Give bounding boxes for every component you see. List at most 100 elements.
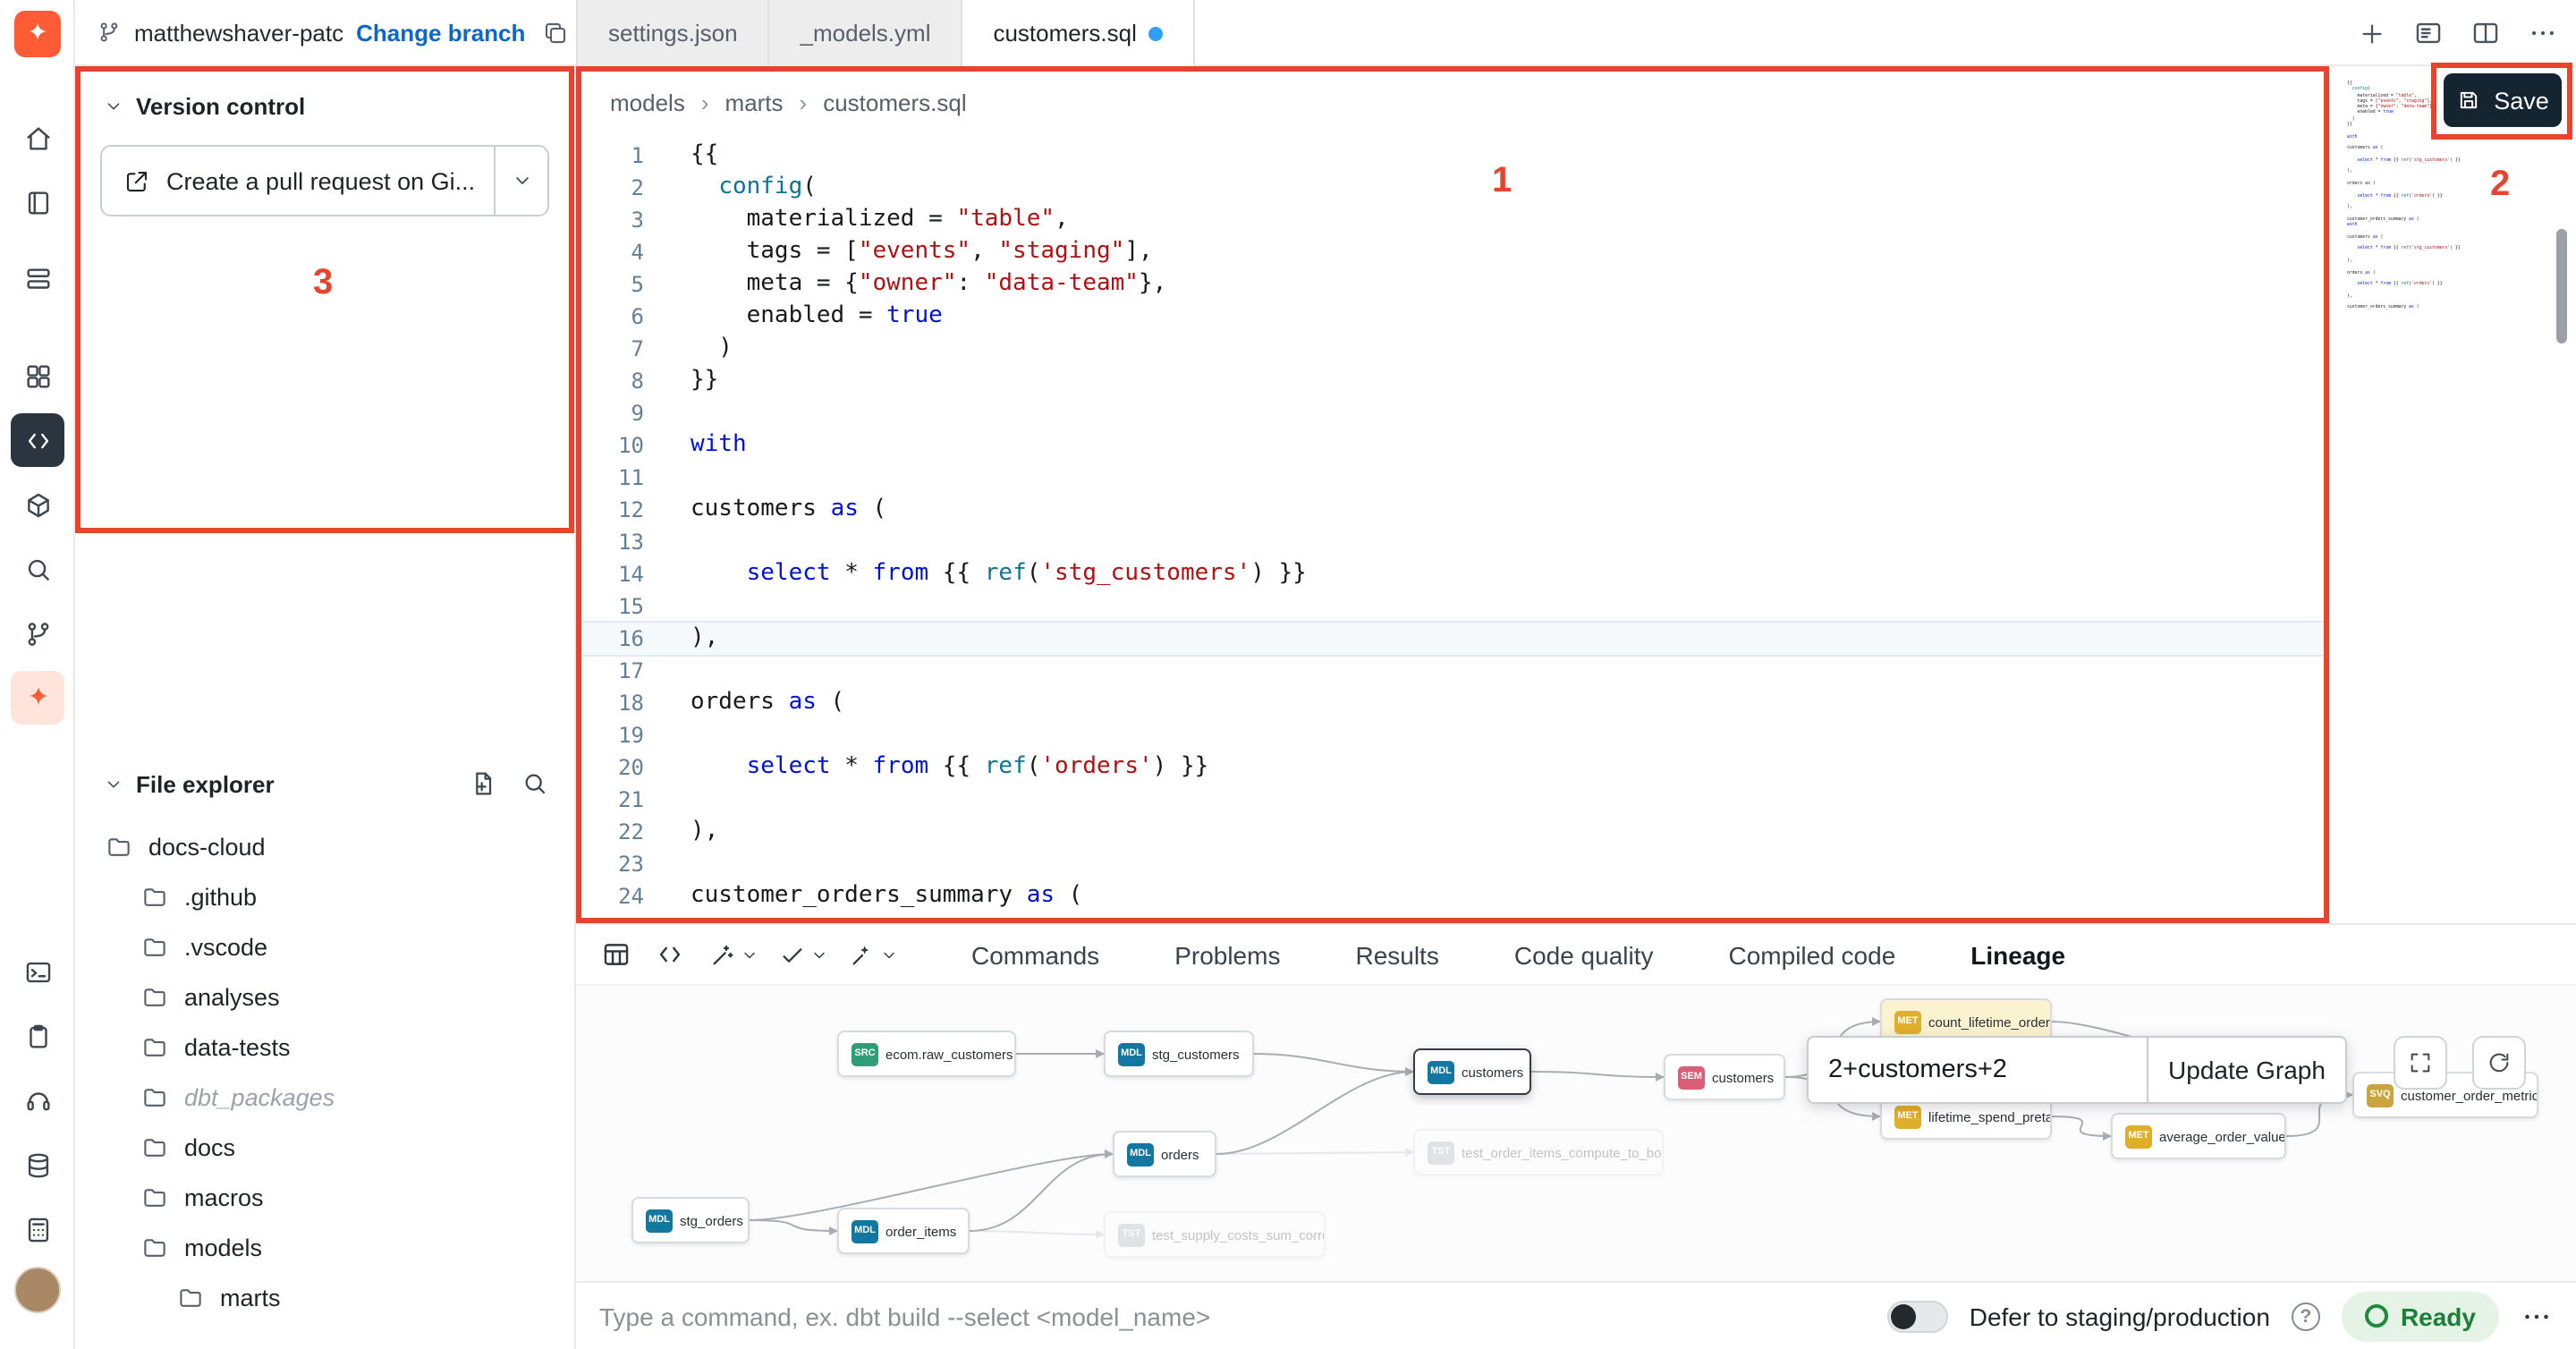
create-pr-button[interactable]: Create a pull request on Gi...	[100, 145, 549, 216]
file-tree-item-marts[interactable]: marts	[75, 1272, 574, 1322]
support-icon[interactable]	[11, 1073, 64, 1127]
line-number: 14	[576, 558, 644, 590]
lineage-node-order_items[interactable]: MDLorder_items	[837, 1208, 970, 1254]
help-icon[interactable]: ?	[2292, 1302, 2320, 1330]
panel-tab-lineage[interactable]: Lineage	[1970, 940, 2065, 969]
branch-widget[interactable]: matthewshaver-patc Change branch	[75, 19, 568, 46]
panel-tab-compiled-code[interactable]: Compiled code	[1729, 940, 1896, 969]
breadcrumb-item[interactable]: models	[610, 89, 685, 116]
code-editor-pane: models›marts›customers.sql 1{{2 config(3…	[576, 66, 2329, 923]
lineage-node-test_order_items_compute_to_book_correctly[interactable]: TSTtest_order_items_compute_to_book_corr…	[1413, 1129, 1664, 1175]
panel-tab-results[interactable]: Results	[1355, 940, 1438, 969]
editor-tab-strip: settings.json_models.ymlcustomers.sql	[576, 0, 1196, 66]
node-type-badge: TST	[1428, 1141, 1454, 1164]
status-badge[interactable]: Ready	[2342, 1291, 2499, 1341]
node-label: ecom.raw_customers	[886, 1046, 1013, 1062]
lineage-node-customers[interactable]: SEMcustomers	[1664, 1054, 1785, 1100]
version-control-header[interactable]: Version control	[75, 66, 574, 136]
new-tab-icon[interactable]	[2358, 19, 2386, 47]
warehouse-icon[interactable]	[11, 252, 64, 306]
fix-tool[interactable]	[848, 940, 898, 969]
code-editor[interactable]: 1{{2 config(3 materialized = "table",4 t…	[576, 140, 2329, 912]
toggle-knob	[1891, 1303, 1916, 1328]
file-tree-item-.vscode[interactable]: .vscode	[75, 921, 574, 971]
chevron-down-icon[interactable]	[104, 97, 123, 116]
apps-icon[interactable]	[11, 349, 64, 403]
fullscreen-icon	[2408, 1050, 2433, 1075]
tasks-icon[interactable]	[11, 1009, 64, 1063]
more-options-icon[interactable]	[2528, 18, 2558, 48]
format-tool[interactable]	[708, 940, 758, 969]
code-view-icon[interactable]	[655, 939, 685, 970]
lineage-node-stg_orders[interactable]: MDLstg_orders	[631, 1197, 750, 1243]
notebook-icon[interactable]	[11, 175, 64, 229]
results-table-icon[interactable]	[601, 939, 631, 970]
terminal-icon[interactable]	[11, 945, 64, 998]
update-graph-button[interactable]: Update Graph	[2147, 1036, 2347, 1104]
more-actions-icon[interactable]	[2521, 1300, 2553, 1332]
change-branch-link[interactable]: Change branch	[356, 19, 525, 46]
line-number: 6	[576, 301, 644, 333]
code-line: 2 config(	[576, 172, 2329, 204]
panel-tab-problems[interactable]: Problems	[1174, 940, 1280, 969]
panel-list-icon[interactable]	[2413, 18, 2444, 48]
lineage-node-ecom.raw_customers[interactable]: SRCecom.raw_customers	[837, 1031, 1016, 1077]
copy-branch-icon[interactable]	[541, 19, 568, 46]
file-explorer-header[interactable]: File explorer	[75, 737, 574, 814]
pr-dropdown-caret[interactable]	[494, 147, 547, 215]
file-tree-item-.github[interactable]: .github	[75, 871, 574, 921]
scrollbar-thumb[interactable]	[2556, 229, 2567, 344]
line-number: 9	[576, 397, 644, 429]
file-tree-item-analyses[interactable]: analyses	[75, 971, 574, 1022]
breadcrumb-item[interactable]: customers.sql	[823, 89, 966, 116]
lineage-node-customers[interactable]: MDLcustomers	[1413, 1048, 1531, 1095]
save-button[interactable]: Save	[2444, 73, 2562, 127]
git-workflow-icon[interactable]	[11, 607, 64, 660]
file-tree-item-dbt_packages[interactable]: dbt_packages	[75, 1072, 574, 1122]
panel-tab-code-quality[interactable]: Code quality	[1514, 940, 1654, 969]
defer-toggle[interactable]	[1887, 1300, 1948, 1332]
new-file-icon[interactable]	[469, 769, 497, 798]
audit-search-icon[interactable]	[11, 542, 64, 596]
file-tree-item-docs-cloud[interactable]: docs-cloud	[75, 821, 574, 871]
chevron-down-icon[interactable]	[104, 774, 123, 793]
file-tree-item-data-tests[interactable]: data-tests	[75, 1022, 574, 1072]
tab-customers.sql[interactable]: customers.sql	[962, 0, 1195, 66]
code-line: 21	[576, 784, 2329, 816]
node-type-badge: SEM	[1678, 1065, 1705, 1089]
code-line: orders as (	[2347, 269, 2544, 276]
breadcrumb-item[interactable]: marts	[725, 89, 784, 116]
lineage-node-orders[interactable]: MDLorders	[1113, 1131, 1216, 1177]
line-number: 4	[576, 236, 644, 268]
panel-tab-commands[interactable]: Commands	[971, 940, 1099, 969]
file-tree-label: analyses	[184, 983, 280, 1010]
tab-_models.yml[interactable]: _models.yml	[770, 0, 963, 66]
node-label: lifetime_spend_pretax	[1928, 1108, 2052, 1124]
lineage-canvas[interactable]: Update Graph SRCecom.raw_customers MDLstg…	[576, 984, 2576, 1281]
node-type-badge: SVQ	[2367, 1083, 2394, 1107]
user-avatar-icon[interactable]	[14, 1267, 61, 1313]
dbt-logo-icon[interactable]	[14, 11, 61, 57]
refresh-graph-button[interactable]	[2472, 1036, 2526, 1090]
calculator-icon[interactable]	[11, 1202, 64, 1256]
search-icon[interactable]	[521, 769, 549, 798]
lineage-node-average_order_value[interactable]: METaverage_order_value	[2111, 1113, 2286, 1159]
command-input[interactable]	[599, 1302, 1601, 1330]
lineage-search-input[interactable]	[1807, 1036, 2147, 1104]
cube-icon[interactable]	[11, 478, 64, 531]
file-tree-item-docs[interactable]: docs	[75, 1122, 574, 1172]
storage-icon[interactable]	[11, 1138, 64, 1192]
lint-tool[interactable]	[778, 940, 828, 969]
lineage-node-stg_customers[interactable]: MDLstg_customers	[1104, 1031, 1254, 1077]
minimap[interactable]: {{ config( materialized = "table", tags …	[2347, 81, 2544, 912]
split-panel-icon[interactable]	[2470, 18, 2501, 48]
tab-settings.json[interactable]: settings.json	[576, 0, 770, 66]
file-tree-label: data-tests	[184, 1033, 291, 1060]
lineage-node-test_supply_costs_sum_correctly[interactable]: TSTtest_supply_costs_sum_correctly	[1104, 1211, 1326, 1258]
file-tree-item-models[interactable]: models	[75, 1222, 574, 1272]
dbt-cloud-icon[interactable]	[11, 671, 64, 725]
code-editor-icon[interactable]	[11, 413, 64, 467]
fullscreen-button[interactable]	[2394, 1036, 2447, 1090]
home-icon[interactable]	[11, 111, 64, 165]
file-tree-item-macros[interactable]: macros	[75, 1172, 574, 1222]
